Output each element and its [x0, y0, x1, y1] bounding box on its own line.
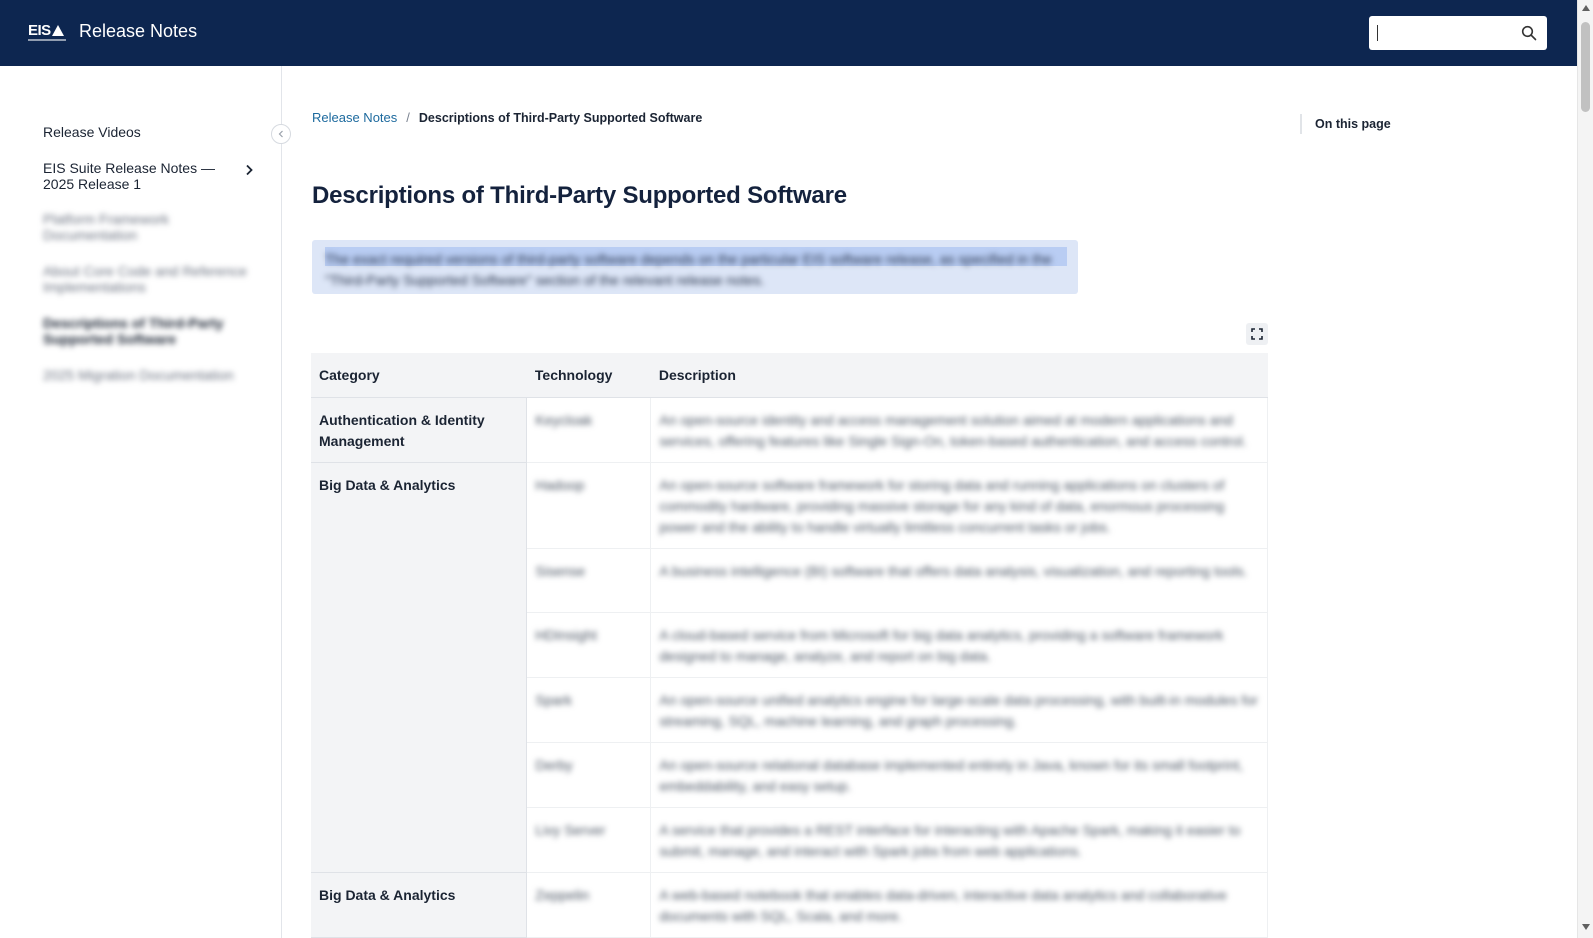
collapse-sidebar-button[interactable] [271, 124, 291, 144]
description-text: An open-source identity and access manag… [659, 411, 1247, 449]
description-text: A service that provides a REST interface… [659, 821, 1241, 859]
text-caret [1377, 25, 1378, 41]
technology-cell: Zeppelin [526, 872, 652, 938]
sidebar-nav: Release Videos EIS Suite Release Notes —… [0, 66, 291, 938]
description-text: A web-based notebook that enables data-d… [659, 886, 1227, 924]
description-cell: A service that provides a REST interface… [650, 807, 1268, 873]
search-input[interactable] [1369, 16, 1547, 50]
category-cell: Big Data & Analytics [311, 462, 528, 873]
technology-text: Spark [535, 691, 572, 708]
scroll-up-arrow-icon[interactable] [1582, 5, 1590, 11]
info-note-text: The exact required versions of third-par… [325, 251, 1052, 288]
column-header-category: Category [311, 353, 527, 398]
page-scrollbar[interactable] [1577, 0, 1593, 938]
category-cell: Authentication & Identity Management [311, 397, 528, 463]
logo-text: EIS [28, 22, 51, 39]
on-this-page-label: On this page [1300, 114, 1391, 134]
table-row: Big Data & Analytics Hadoop An open-sour… [311, 462, 1268, 873]
description-cell: A business intelligence (BI) software th… [650, 548, 1268, 613]
info-note: The exact required versions of third-par… [312, 240, 1078, 294]
search-icon[interactable] [1521, 25, 1537, 41]
scrollbar-thumb[interactable] [1581, 22, 1590, 112]
top-header: EIS Release Notes [0, 0, 1577, 66]
sidebar-item-core-code[interactable]: About Core Code and Reference Implementa… [43, 263, 253, 295]
description-text: A cloud-based service from Microsoft for… [659, 626, 1224, 664]
breadcrumb-root-link[interactable]: Release Notes [312, 110, 397, 125]
logo-triangle-icon [51, 25, 64, 36]
technology-cell: Keycloak [526, 397, 652, 463]
technology-cell: HDInsight [526, 612, 652, 678]
eis-logo[interactable]: EIS [28, 22, 66, 44]
sidebar-item-migration-docs[interactable]: 2025 Migration Documentation [43, 367, 253, 383]
breadcrumb-current: Descriptions of Third-Party Supported So… [418, 111, 703, 125]
description-cell: An open-source identity and access manag… [650, 397, 1268, 463]
sidebar-item-third-party-software[interactable]: Descriptions of Third-Party Supported So… [43, 315, 253, 347]
category-cell: Big Data & Analytics [311, 872, 528, 938]
software-table: Category Technology Description Authenti… [311, 353, 1268, 938]
description-cell: An open-source relational database imple… [650, 742, 1268, 808]
sidebar-item-platform-framework[interactable]: Platform Framework Documentation [43, 211, 193, 243]
description-cell: An open-source software framework for st… [650, 462, 1268, 549]
description-text: An open-source unified analytics engine … [659, 691, 1258, 729]
technology-text: HDInsight [535, 626, 597, 643]
sidebar-item-release-videos[interactable]: Release Videos [43, 124, 253, 140]
technology-text: Sisense [535, 562, 586, 579]
technology-text: Hadoop [535, 476, 585, 493]
technology-cell: Spark [526, 677, 652, 743]
technology-cell: Derby [526, 742, 652, 808]
column-header-description: Description [650, 353, 1268, 398]
breadcrumb: Release Notes / Descriptions of Third-Part… [312, 110, 702, 125]
technology-text: Keycloak [535, 411, 593, 428]
technology-cell: Sisense [526, 548, 652, 613]
sidebar-item-eis-suite-release-notes[interactable]: EIS Suite Release Notes — 2025 Release 1 [43, 160, 223, 192]
table-row: Big Data & Analytics Zeppelin A web-base… [311, 872, 1268, 938]
description-cell: A cloud-based service from Microsoft for… [650, 612, 1268, 678]
technology-cell: Livy Server [526, 807, 652, 873]
description-text: A business intelligence (BI) software th… [659, 562, 1248, 579]
breadcrumb-separator: / [406, 110, 410, 125]
scroll-down-arrow-icon[interactable] [1582, 924, 1590, 930]
page-title: Descriptions of Third-Party Supported So… [312, 182, 847, 209]
description-cell: A web-based notebook that enables data-d… [650, 872, 1268, 938]
technology-text: Livy Server [535, 821, 606, 838]
description-text: An open-source relational database imple… [659, 756, 1244, 794]
logo-tagline [28, 39, 66, 41]
technology-text: Zeppelin [535, 886, 590, 903]
column-header-technology: Technology [526, 353, 651, 398]
technology-text: Derby [535, 756, 573, 773]
table-header-row: Category Technology Description [311, 353, 1268, 398]
chevron-right-icon[interactable] [243, 163, 255, 176]
technology-cell: Hadoop [526, 462, 652, 549]
description-cell: An open-source unified analytics engine … [650, 677, 1268, 743]
description-text: An open-source software framework for st… [659, 476, 1225, 535]
fullscreen-icon [1251, 328, 1263, 340]
app-title[interactable]: Release Notes [79, 21, 197, 42]
table-row: Authentication & Identity Management Key… [311, 397, 1268, 463]
expand-table-button[interactable] [1246, 323, 1268, 345]
